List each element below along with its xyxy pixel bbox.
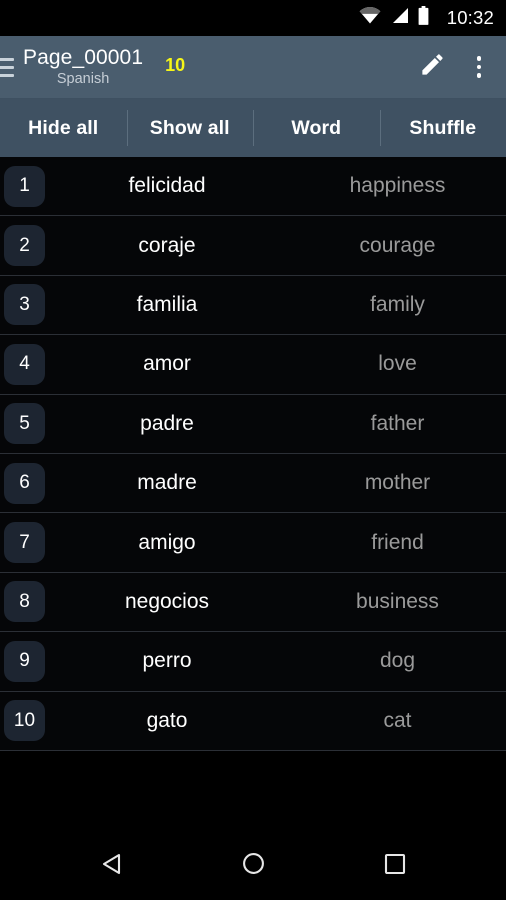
app-bar: Page_00001 Spanish 10 xyxy=(0,36,506,99)
row-index-badge: 7 xyxy=(4,522,45,564)
table-row[interactable]: 3 familia family xyxy=(0,275,506,336)
row-index-badge: 4 xyxy=(4,343,45,385)
table-row[interactable]: 4 amor love xyxy=(0,335,506,395)
list-empty-area xyxy=(0,750,506,832)
status-bar-icons: 10:32 xyxy=(359,6,494,30)
nav-home-button[interactable] xyxy=(225,838,281,894)
row-term[interactable]: amor xyxy=(45,352,295,376)
row-index-badge: 5 xyxy=(4,403,45,445)
hamburger-menu-icon[interactable] xyxy=(0,57,14,77)
table-row[interactable]: 5 padre father xyxy=(0,394,506,454)
hide-all-label: Hide all xyxy=(28,116,99,139)
row-translation[interactable]: family xyxy=(295,293,506,317)
row-term[interactable]: familia xyxy=(45,293,295,317)
shuffle-label: Shuffle xyxy=(409,116,477,139)
overflow-menu-button[interactable] xyxy=(456,36,502,99)
status-bar: 10:32 xyxy=(0,0,506,36)
page-title: Page_00001 xyxy=(23,46,144,70)
table-row[interactable]: 9 perro dog xyxy=(0,632,506,692)
row-term[interactable]: padre xyxy=(45,412,295,436)
table-row[interactable]: 2 coraje courage xyxy=(0,216,506,276)
row-translation[interactable]: happiness xyxy=(295,174,506,198)
hide-all-button[interactable]: Hide all xyxy=(0,99,127,157)
phone-screen: 10:32 Page_00001 Spanish 10 Hide all Sho… xyxy=(0,0,506,900)
word-button[interactable]: Word xyxy=(253,99,380,157)
battery-icon xyxy=(418,6,429,30)
table-row[interactable]: 8 negocios business xyxy=(0,572,506,633)
row-index-badge: 1 xyxy=(4,165,45,207)
row-term[interactable]: gato xyxy=(45,709,295,733)
row-index-badge: 6 xyxy=(4,462,45,504)
word-label: Word xyxy=(291,116,342,139)
page-subtitle-language: Spanish xyxy=(56,71,110,88)
square-recents-icon xyxy=(384,853,406,880)
shuffle-button[interactable]: Shuffle xyxy=(379,99,506,157)
row-index-badge: 2 xyxy=(4,225,45,267)
edit-button[interactable] xyxy=(408,36,456,99)
nav-recents-button[interactable] xyxy=(367,838,423,894)
show-all-label: Show all xyxy=(149,116,230,139)
row-translation[interactable]: friend xyxy=(295,531,506,555)
table-row[interactable]: 7 amigo friend xyxy=(0,513,506,573)
triangle-back-icon xyxy=(100,852,123,881)
action-button-bar: Hide all Show all Word Shuffle xyxy=(0,99,506,157)
word-count-badge: 10 xyxy=(165,54,186,75)
vocabulary-list[interactable]: 1 felicidad happiness 2 coraje courage 3… xyxy=(0,157,506,832)
row-translation[interactable]: love xyxy=(295,352,506,376)
table-row[interactable]: 1 felicidad happiness xyxy=(0,157,506,217)
row-term[interactable]: negocios xyxy=(45,590,295,614)
cellular-signal-icon xyxy=(390,7,409,29)
row-translation[interactable]: cat xyxy=(295,709,506,733)
row-translation[interactable]: mother xyxy=(295,471,506,495)
row-index-badge: 9 xyxy=(4,640,45,682)
table-row[interactable]: 10 gato cat xyxy=(0,691,506,751)
row-term[interactable]: perro xyxy=(45,649,295,673)
row-index-badge: 3 xyxy=(4,284,45,326)
show-all-button[interactable]: Show all xyxy=(126,99,254,157)
row-term[interactable]: amigo xyxy=(45,531,295,555)
table-row[interactable]: 6 madre mother xyxy=(0,453,506,514)
row-translation[interactable]: courage xyxy=(295,234,506,258)
more-vertical-icon xyxy=(476,56,482,78)
row-translation[interactable]: dog xyxy=(295,649,506,673)
row-index-badge: 10 xyxy=(4,700,45,742)
pencil-edit-icon xyxy=(419,51,446,83)
row-translation[interactable]: father xyxy=(295,412,506,436)
row-index-badge: 8 xyxy=(4,581,45,623)
android-navigation-bar xyxy=(0,832,506,900)
nav-back-button[interactable] xyxy=(83,838,139,894)
status-bar-clock: 10:32 xyxy=(446,6,494,28)
row-term[interactable]: felicidad xyxy=(45,174,295,198)
app-bar-title-block: Page_00001 Spanish xyxy=(23,47,143,87)
row-term[interactable]: madre xyxy=(45,471,295,495)
wifi-icon xyxy=(359,7,381,29)
circle-home-icon xyxy=(242,852,265,880)
row-translation[interactable]: business xyxy=(295,590,506,614)
row-term[interactable]: coraje xyxy=(45,234,295,258)
